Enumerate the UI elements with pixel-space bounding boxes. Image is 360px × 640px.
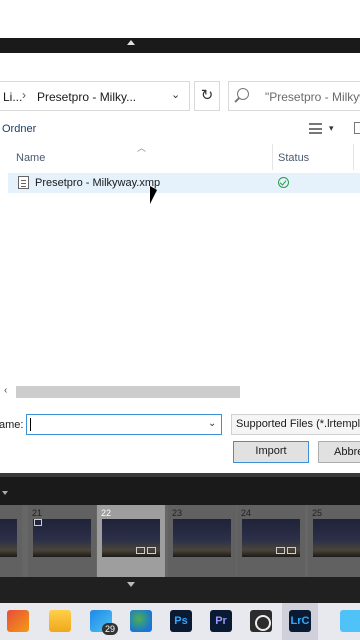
navigation-row: Li... › Presetpro - Milky... ⌄ ↻ "Preset… <box>0 81 360 113</box>
sync-ok-check-icon <box>278 177 289 188</box>
view-chevron-down-icon[interactable]: ▾ <box>329 123 334 134</box>
chevron-down-icon[interactable]: ⌄ <box>208 418 216 429</box>
breadcrumb-segment-parent[interactable]: Li... <box>3 90 22 104</box>
taskbar-obs[interactable] <box>246 607 276 637</box>
filmstrip: 21 22 23 24 25 <box>0 505 360 577</box>
column-divider[interactable] <box>272 144 273 170</box>
taskbar-creative-cloud[interactable] <box>336 607 360 637</box>
breadcrumb-separator-icon: › <box>22 88 26 102</box>
file-list-item[interactable]: Presetpro - Milkyway.xmp <box>8 173 360 193</box>
cancel-button[interactable]: Abbre <box>318 441 360 463</box>
lightroom-classic-icon: LrC <box>289 610 311 632</box>
frame-number: 24 <box>241 508 252 518</box>
frame-number: 23 <box>172 508 183 518</box>
develop-badge-icon <box>287 547 296 554</box>
breadcrumb-segment-current[interactable]: Presetpro - Milky... <box>37 90 136 104</box>
filmstrip-header <box>0 477 360 505</box>
lightroom-window-bottom: 21 22 23 24 25 <box>0 473 360 603</box>
file-name[interactable]: Presetpro - Milkyway.xmp <box>35 177 160 189</box>
taskbar-premiere[interactable]: Pr <box>206 607 236 637</box>
filename-label: ame: <box>0 419 24 431</box>
view-options-icon[interactable] <box>309 123 322 134</box>
taskbar-photoshop[interactable]: Ps <box>166 607 196 637</box>
column-header-name[interactable]: Name <box>16 152 45 164</box>
frame-number: 22 <box>101 508 112 518</box>
filmstrip-frame[interactable]: 23 <box>168 505 236 577</box>
metadata-badge-icon <box>276 547 285 554</box>
folder-icon <box>49 610 71 632</box>
develop-badge-icon <box>147 547 156 554</box>
photo-thumbnail <box>173 519 231 557</box>
filename-input[interactable]: ⌄ <box>26 414 222 435</box>
sort-caret-up-icon: ︿ <box>137 143 147 153</box>
new-folder-button[interactable]: Ordner <box>2 123 36 135</box>
dialog-buttons: Import Abbre <box>0 441 360 465</box>
filmstrip-frame[interactable]: 25 <box>308 505 360 577</box>
collapse-triangle-icon[interactable] <box>2 491 8 495</box>
search-icon <box>237 88 249 100</box>
filmstrip-frame-selected[interactable]: 22 <box>97 505 165 577</box>
caret-up-icon[interactable] <box>127 40 135 45</box>
import-button[interactable]: Import <box>233 441 309 463</box>
mouse-cursor-icon <box>150 186 157 204</box>
scrollbar-thumb[interactable] <box>16 386 240 398</box>
premiere-icon: Pr <box>210 610 232 632</box>
notification-badge: 29 <box>102 623 119 635</box>
column-header-status[interactable]: Status <box>278 152 309 164</box>
metadata-badge-icon <box>136 547 145 554</box>
column-divider[interactable] <box>353 144 354 170</box>
filmstrip-frame[interactable] <box>0 505 22 577</box>
dialog-toolbar: Ordner ▾ <box>0 117 360 141</box>
text-caret <box>30 418 31 431</box>
screen: Li... › Presetpro - Milky... ⌄ ↻ "Preset… <box>0 0 360 640</box>
chevron-down-icon[interactable]: ⌄ <box>171 88 180 101</box>
document-icon <box>18 176 29 189</box>
taskbar-lightroom-classic[interactable]: LrC <box>285 607 315 637</box>
caret-down-icon[interactable] <box>127 582 135 587</box>
edge-icon <box>130 610 152 632</box>
photo-thumbnail <box>0 519 17 557</box>
file-open-dialog: Li... › Presetpro - Milky... ⌄ ↻ "Preset… <box>0 53 360 473</box>
top-blank-area <box>0 0 360 38</box>
search-field[interactable]: "Presetpro - Milkyway" <box>228 81 360 111</box>
refresh-button[interactable]: ↻ <box>194 81 220 111</box>
taskbar-file-explorer[interactable] <box>45 607 75 637</box>
frame-number: 25 <box>312 508 323 518</box>
frame-number: 21 <box>32 508 43 518</box>
column-headers: ︿ Name Status <box>0 143 360 170</box>
photo-thumbnail <box>313 519 360 557</box>
preview-pane-icon[interactable] <box>354 122 360 134</box>
address-bar[interactable]: Li... › Presetpro - Milky... ⌄ <box>0 81 190 111</box>
lightroom-top-panel-bar[interactable] <box>0 38 360 53</box>
refresh-icon: ↻ <box>200 87 214 104</box>
windows-taskbar: 29 Ps Pr LrC <box>0 603 360 640</box>
search-placeholder: "Presetpro - Milkyway" <box>265 90 360 104</box>
taskbar-edge[interactable] <box>126 607 156 637</box>
taskbar-start[interactable] <box>3 607 33 637</box>
horizontal-scrollbar[interactable]: ‹ <box>0 383 360 400</box>
photoshop-icon: Ps <box>170 610 192 632</box>
filmstrip-frame[interactable]: 24 <box>237 505 305 577</box>
develop-adjusted-icon <box>34 519 42 526</box>
filmstrip-frame[interactable]: 21 <box>28 505 96 577</box>
obs-icon <box>250 610 272 632</box>
file-type-filter[interactable]: Supported Files (*.lrtemplate <box>231 414 360 435</box>
filename-row: ame: ⌄ Supported Files (*.lrtemplate <box>0 413 360 437</box>
scroll-left-arrow-icon[interactable]: ‹ <box>4 385 7 396</box>
cloud-icon <box>340 610 360 632</box>
start-icon <box>7 610 29 632</box>
lightroom-bottom-bar <box>0 577 360 603</box>
